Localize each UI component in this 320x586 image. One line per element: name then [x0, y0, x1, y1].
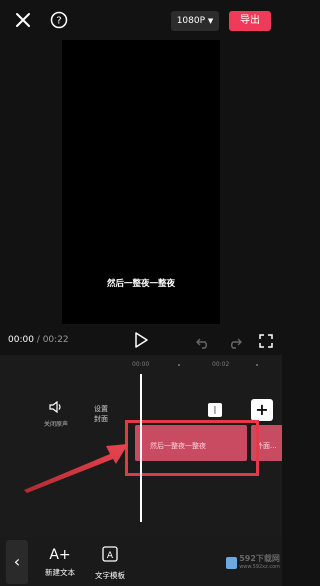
svg-text:A: A: [107, 551, 114, 561]
total-duration: 00:22: [42, 335, 69, 345]
resolution-value: 1080P: [176, 16, 206, 26]
add-track-button[interactable]: |: [208, 403, 222, 417]
svg-text:?: ?: [56, 16, 61, 27]
annotation-arrow: [20, 432, 132, 498]
ruler-tick: 00:00: [132, 361, 150, 368]
watermark-logo-icon: [226, 556, 238, 569]
ruler-tick: 00:02: [212, 361, 230, 368]
time-separator: /: [33, 335, 43, 345]
chevron-down-icon: ▼: [207, 17, 214, 25]
current-time: 00:00: [8, 335, 34, 345]
ruler-dot: [178, 364, 180, 366]
add-text-icon: A+: [49, 547, 71, 563]
text-template-label: 文字模板: [95, 571, 125, 580]
resolution-select[interactable]: 1080P ▼: [171, 11, 219, 31]
watermark-title: 592下载网: [239, 554, 280, 563]
undo-icon[interactable]: [196, 334, 210, 353]
watermark-url: www.592xz.com: [239, 564, 280, 570]
mute-original-audio[interactable]: 关闭原声: [38, 398, 74, 428]
site-watermark: 592下载网 www.592xz.com: [226, 554, 280, 582]
text-template-icon: A: [86, 546, 134, 567]
close-icon[interactable]: [14, 11, 32, 33]
text-clip-label: 外面...: [256, 442, 277, 450]
fullscreen-icon[interactable]: [259, 333, 273, 352]
add-clip-button[interactable]: +: [251, 399, 273, 421]
cover-label-line1: 设置: [94, 405, 108, 413]
set-cover-button[interactable]: 设置 封面: [88, 404, 114, 424]
preview-subtitle: 然后一整夜一整夜: [106, 279, 175, 289]
playhead[interactable]: [140, 374, 142, 522]
new-text-label: 新建文本: [45, 568, 75, 577]
new-text-button[interactable]: A+ 新建文本: [36, 546, 84, 578]
help-icon[interactable]: ?: [50, 11, 68, 33]
cover-label-line2: 封面: [94, 415, 108, 423]
chevron-left-icon[interactable]: ‹: [6, 540, 28, 584]
export-button[interactable]: 导出: [229, 11, 271, 31]
mute-audio-label: 关闭原声: [43, 421, 68, 428]
ruler-dot: [256, 364, 258, 366]
play-icon[interactable]: [134, 332, 148, 352]
highlight-box: [125, 420, 259, 476]
redo-icon[interactable]: [228, 334, 242, 353]
playback-time: 00:00 / 00:22: [8, 335, 69, 345]
speaker-icon: [38, 398, 74, 417]
text-template-button[interactable]: A 文字模板: [86, 546, 134, 581]
